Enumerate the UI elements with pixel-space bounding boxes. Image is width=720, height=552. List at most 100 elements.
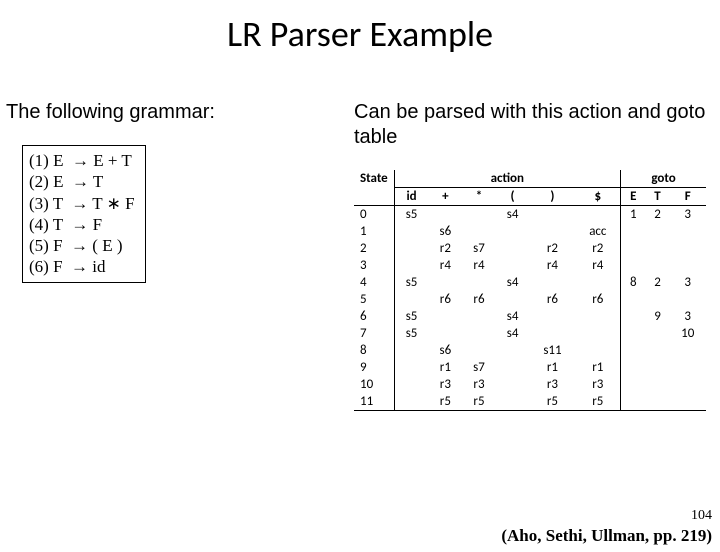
state-cell: 7 — [354, 325, 394, 342]
action-cell — [462, 206, 496, 224]
action-cell: r6 — [462, 291, 496, 308]
action-cell: r6 — [576, 291, 621, 308]
action-cell — [576, 274, 621, 291]
table-row: 10r3r3r3r3 — [354, 376, 706, 393]
table-row: 11r5r5r5r5 — [354, 393, 706, 411]
goto-cell — [621, 325, 646, 342]
action-cell: r1 — [576, 359, 621, 376]
state-cell: 10 — [354, 376, 394, 393]
state-cell: 3 — [354, 257, 394, 274]
goto-cell — [646, 359, 670, 376]
state-cell: 2 — [354, 240, 394, 257]
left-heading: The following grammar: — [6, 100, 316, 125]
action-cell — [496, 291, 530, 308]
action-cell — [529, 206, 575, 224]
table-row: 5r6r6r6r6 — [354, 291, 706, 308]
action-cell — [394, 376, 429, 393]
parse-table-wrap: Stateactiongotoid+*()$ETF0s5s41231s6acc2… — [354, 170, 712, 411]
table-row: 3r4r4r4r4 — [354, 257, 706, 274]
action-cell — [462, 274, 496, 291]
goto-cell — [621, 240, 646, 257]
goto-cell — [669, 342, 706, 359]
state-cell: 11 — [354, 393, 394, 411]
goto-cell — [646, 342, 670, 359]
goto-cell: 3 — [669, 274, 706, 291]
goto-cell — [669, 291, 706, 308]
table-row: 7s5s410 — [354, 325, 706, 342]
goto-cell — [621, 257, 646, 274]
action-cell: r1 — [529, 359, 575, 376]
action-cell — [394, 393, 429, 411]
action-cell: s5 — [394, 308, 429, 325]
action-cell: r4 — [462, 257, 496, 274]
action-cell: r2 — [576, 240, 621, 257]
action-cell: r3 — [429, 376, 463, 393]
action-cell — [429, 325, 463, 342]
action-cell: r4 — [529, 257, 575, 274]
action-cell: r3 — [576, 376, 621, 393]
goto-cell: 2 — [646, 274, 670, 291]
goto-cell: 3 — [669, 206, 706, 224]
action-col-header: * — [462, 188, 496, 206]
goto-cell — [669, 393, 706, 411]
action-col-header: id — [394, 188, 429, 206]
action-cell: r3 — [529, 376, 575, 393]
action-cell — [529, 325, 575, 342]
action-col-header: ( — [496, 188, 530, 206]
action-cell — [576, 206, 621, 224]
action-cell: s5 — [394, 325, 429, 342]
table-row: 1s6acc — [354, 223, 706, 240]
grammar-rule: (2) E → T — [29, 171, 135, 192]
action-cell: r1 — [429, 359, 463, 376]
goto-cell — [669, 376, 706, 393]
goto-cell — [646, 223, 670, 240]
goto-cell — [621, 223, 646, 240]
action-cell — [462, 342, 496, 359]
action-cell — [394, 257, 429, 274]
goto-col-header: E — [621, 188, 646, 206]
right-heading: Can be parsed with this action and goto … — [354, 100, 712, 150]
goto-cell — [646, 393, 670, 411]
action-cell — [576, 342, 621, 359]
grammar-rule: (5) F → ( E ) — [29, 235, 135, 256]
action-cell — [576, 325, 621, 342]
goto-cell: 9 — [646, 308, 670, 325]
goto-cell: 2 — [646, 206, 670, 224]
goto-col-header: F — [669, 188, 706, 206]
action-cell: r5 — [529, 393, 575, 411]
left-column: The following grammar: (1) E → E + T(2) … — [6, 100, 316, 283]
action-cell: acc — [576, 223, 621, 240]
grammar-box: (1) E → E + T(2) E → T(3) T → T ∗ F(4) T… — [22, 145, 146, 283]
slide-title: LR Parser Example — [0, 12, 720, 56]
table-row: 9r1s7r1r1 — [354, 359, 706, 376]
goto-cell — [646, 240, 670, 257]
goto-cell — [621, 359, 646, 376]
parse-table: Stateactiongotoid+*()$ETF0s5s41231s6acc2… — [354, 170, 706, 411]
action-cell: r5 — [462, 393, 496, 411]
action-cell — [394, 223, 429, 240]
footer: 104 (Aho, Sethi, Ullman, pp. 219) — [501, 508, 712, 546]
table-row: 4s5s4823 — [354, 274, 706, 291]
state-header: State — [354, 170, 394, 206]
goto-cell — [646, 257, 670, 274]
action-header: action — [394, 170, 621, 188]
goto-cell — [646, 325, 670, 342]
table-row: 6s5s493 — [354, 308, 706, 325]
goto-cell — [646, 291, 670, 308]
action-cell — [496, 393, 530, 411]
goto-header: goto — [621, 170, 706, 188]
grammar-rule: (3) T → T ∗ F — [29, 193, 135, 214]
action-cell — [576, 308, 621, 325]
goto-cell — [669, 359, 706, 376]
state-cell: 6 — [354, 308, 394, 325]
goto-cell — [669, 257, 706, 274]
action-col-header: + — [429, 188, 463, 206]
goto-col-header: T — [646, 188, 670, 206]
goto-cell: 10 — [669, 325, 706, 342]
action-cell — [462, 325, 496, 342]
action-cell — [429, 274, 463, 291]
action-cell: r3 — [462, 376, 496, 393]
action-cell: s5 — [394, 274, 429, 291]
goto-cell — [669, 223, 706, 240]
action-cell: r4 — [429, 257, 463, 274]
